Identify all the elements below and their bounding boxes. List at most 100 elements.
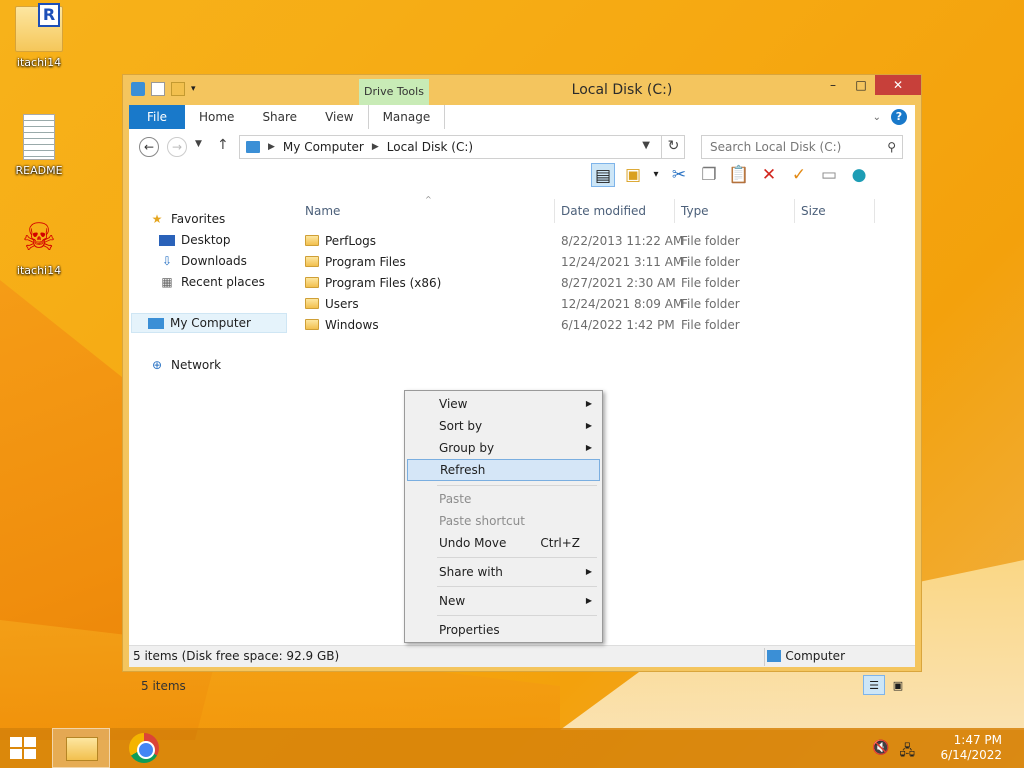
desktop-icon-label: itachi14 <box>16 264 62 277</box>
downloads-icon: ⇩ <box>161 254 173 268</box>
tab-share[interactable]: Share <box>248 105 311 129</box>
folder-icon <box>305 235 319 246</box>
search-input[interactable]: Search Local Disk (C:) ⚲ <box>701 135 903 159</box>
date-cell: 8/27/2021 2:30 AM <box>561 276 676 290</box>
shell-icon[interactable]: ● <box>847 163 871 187</box>
file-name-cell: Program Files (x86) <box>305 273 441 294</box>
maximize-button[interactable]: □ <box>847 75 875 95</box>
table-row[interactable]: Program Files 12/24/2021 3:11 AM File fo… <box>299 252 899 273</box>
nav-downloads[interactable]: ⇩ Downloads <box>159 251 247 271</box>
column-header-name[interactable]: Name <box>299 199 555 223</box>
file-name-cell: Windows <box>305 315 379 336</box>
folder-options-icon[interactable]: ▣ <box>621 163 645 187</box>
nav-label: Favorites <box>171 212 226 226</box>
file-list: ^ Name Date modified Type Size PerfLogs … <box>299 195 913 619</box>
speaker-muted-icon[interactable]: 🔇 <box>872 740 889 764</box>
menu-item-group-by[interactable]: Group by ▶ <box>407 437 600 459</box>
tab-manage[interactable]: Manage <box>367 105 446 129</box>
taskbar-chrome[interactable] <box>116 728 174 768</box>
clock[interactable]: 1:47 PM 6/14/2022 <box>940 733 1002 763</box>
menu-item-sort-by[interactable]: Sort by ▶ <box>407 415 600 437</box>
desktop-icon-label: itachi14 <box>16 56 62 69</box>
tab-file[interactable]: File <box>129 105 185 129</box>
menu-item-share-with[interactable]: Share with ▶ <box>407 561 600 583</box>
clock-date: 6/14/2022 <box>940 748 1002 762</box>
checkmark-icon[interactable]: ✓ <box>787 163 811 187</box>
back-arrow-icon[interactable]: ← <box>139 137 159 157</box>
date-cell: 12/24/2021 8:09 AM <box>561 297 684 311</box>
date-cell: 6/14/2022 1:42 PM <box>561 318 675 332</box>
nav-network[interactable]: ⊕ Network <box>149 355 221 375</box>
desktop-icon-itachi14-folder[interactable]: R itachi14 <box>4 3 74 69</box>
menu-item-view[interactable]: View ▶ <box>407 393 600 415</box>
clock-time: 1:47 PM <box>953 733 1002 747</box>
chevron-down-icon[interactable]: ▾ <box>651 163 661 187</box>
type-cell: File folder <box>681 318 740 332</box>
nav-desktop[interactable]: Desktop <box>159 230 231 250</box>
nav-label: Desktop <box>181 233 231 247</box>
menu-separator <box>437 485 597 486</box>
file-name-cell: PerfLogs <box>305 231 376 252</box>
start-windows-icon[interactable] <box>10 737 38 761</box>
rename-icon[interactable]: ▭ <box>817 163 841 187</box>
table-row[interactable]: Program Files (x86) 8/27/2021 2:30 AM Fi… <box>299 273 899 294</box>
table-row[interactable]: Users 12/24/2021 8:09 AM File folder <box>299 294 899 315</box>
forward-arrow-icon[interactable]: → <box>167 137 187 157</box>
desktop-icon-itachi14-app[interactable]: ☠ itachi14 <box>4 214 74 277</box>
expand-ribbon-icon[interactable]: ⌄ <box>873 112 881 123</box>
details-view-icon[interactable]: ☰ <box>863 675 885 695</box>
menu-item-paste[interactable]: Paste <box>407 488 600 510</box>
item-count: 5 items <box>141 679 186 693</box>
help-icon[interactable]: ? <box>891 109 907 125</box>
breadcrumb-separator-icon: ▶ <box>371 142 379 152</box>
copy-icon[interactable]: ❐ <box>697 163 721 187</box>
taskbar-file-explorer[interactable] <box>52 728 110 768</box>
column-header-size[interactable]: Size <box>795 199 875 223</box>
paste-icon[interactable]: 📋 <box>727 163 751 187</box>
status-text: 5 items (Disk free space: 92.9 GB) <box>133 649 340 663</box>
nav-recent-places[interactable]: ▦ Recent places <box>159 272 265 292</box>
close-button[interactable]: ✕ <box>875 75 921 95</box>
status-zone-label: Computer <box>785 649 845 663</box>
preview-pane-icon[interactable]: ▤ <box>591 163 615 187</box>
menu-item-properties[interactable]: Properties <box>407 619 600 641</box>
nav-my-computer[interactable]: My Computer <box>131 313 287 333</box>
desktop-icon-readme[interactable]: README <box>4 114 74 177</box>
recent-locations-chevron-icon[interactable]: ▼ <box>195 139 202 149</box>
column-header-type[interactable]: Type <box>675 199 795 223</box>
address-input[interactable]: ▶ My Computer ▶ Local Disk (C:) ▼ <box>239 135 685 159</box>
up-arrow-icon[interactable]: ↑ <box>217 137 229 153</box>
table-row[interactable]: Windows 6/14/2022 1:42 PM File folder <box>299 315 899 336</box>
star-icon: ★ <box>151 212 163 226</box>
column-header-date-modified[interactable]: Date modified <box>555 199 675 223</box>
nav-favorites[interactable]: ★ Favorites <box>149 209 226 229</box>
skull-icon: ☠ <box>21 215 57 259</box>
desktop-icon <box>159 234 175 246</box>
folder-icon: R <box>15 3 63 52</box>
large-icons-view-icon[interactable]: ▣ <box>887 675 909 695</box>
breadcrumb-my-computer[interactable]: My Computer <box>283 140 364 154</box>
cut-icon[interactable]: ✂ <box>667 163 691 187</box>
menu-item-refresh[interactable]: Refresh <box>407 459 600 481</box>
address-bar-row: ← → ▼ ↑ ▶ My Computer ▶ Local Disk (C:) … <box>129 135 915 159</box>
table-row[interactable]: PerfLogs 8/22/2013 11:22 AM File folder <box>299 231 899 252</box>
address-dropdown-chevron-icon[interactable]: ▼ <box>642 140 650 151</box>
tab-home[interactable]: Home <box>185 105 248 129</box>
menu-item-paste-shortcut[interactable]: Paste shortcut <box>407 510 600 532</box>
delete-icon[interactable]: ✕ <box>757 163 781 187</box>
status-divider <box>764 648 765 666</box>
shortcut-label: Ctrl+Z <box>540 536 580 550</box>
minimize-button[interactable]: – <box>819 75 847 95</box>
chrome-icon <box>129 733 159 763</box>
search-placeholder: Search Local Disk (C:) <box>710 140 842 154</box>
menu-item-undo-move[interactable]: Undo Move Ctrl+Z <box>407 532 600 554</box>
breadcrumb-local-disk[interactable]: Local Disk (C:) <box>387 140 473 154</box>
network-icon[interactable]: 🖧 <box>899 740 915 764</box>
type-cell: File folder <box>681 234 740 248</box>
refresh-icon[interactable]: ↻ <box>661 135 685 159</box>
nav-label: Network <box>171 358 222 372</box>
title-bar[interactable]: ▾ Drive Tools Local Disk (C:) – □ ✕ <box>123 75 921 107</box>
tab-view[interactable]: View <box>311 105 367 129</box>
menu-item-new[interactable]: New ▶ <box>407 590 600 612</box>
folder-icon <box>305 298 319 309</box>
